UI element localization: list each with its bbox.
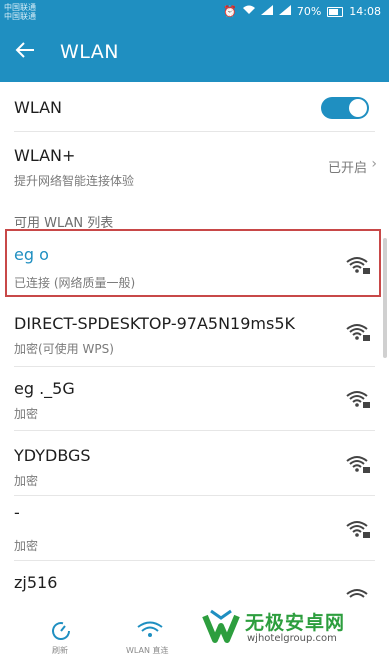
wifi-lock-icon bbox=[346, 324, 370, 341]
wifi-lock-icon bbox=[346, 456, 370, 473]
refresh-label: 刷新 bbox=[52, 646, 68, 655]
wlan-plus-value: 已开启 bbox=[327, 161, 367, 176]
wlan-plus-subtitle: 提升网络智能连接体验 bbox=[14, 174, 135, 188]
carrier-2: 中国联通 bbox=[4, 12, 36, 21]
network-row[interactable]: eg ._5G 加密 bbox=[0, 367, 389, 431]
wlan-toggle-row[interactable]: WLAN bbox=[0, 82, 389, 132]
wifi-lock-icon bbox=[346, 391, 370, 408]
scrollbar[interactable] bbox=[383, 238, 387, 358]
network-row[interactable]: - 加密 bbox=[0, 497, 389, 561]
divider bbox=[14, 560, 375, 561]
wifi-direct-label: WLAN 直连 bbox=[126, 646, 169, 655]
wifi-direct-icon[interactable] bbox=[136, 620, 164, 640]
battery-icon bbox=[327, 6, 344, 17]
wlan-plus-title: WLAN+ bbox=[14, 146, 76, 165]
signal-icon bbox=[260, 5, 273, 18]
network-status: 加密(可使用 WPS) bbox=[14, 342, 114, 356]
status-icons: ⏰ 70% 14:08 bbox=[223, 5, 381, 18]
chevron-right-icon: › bbox=[371, 156, 377, 172]
network-name: eg o bbox=[14, 245, 49, 264]
network-name: - bbox=[14, 503, 20, 522]
signal-icon-2 bbox=[278, 5, 291, 18]
refresh-icon[interactable] bbox=[48, 618, 74, 644]
divider bbox=[14, 495, 375, 496]
divider bbox=[14, 430, 375, 431]
wifi-lock-icon bbox=[346, 521, 370, 538]
back-arrow-icon[interactable] bbox=[14, 38, 44, 68]
network-row[interactable]: DIRECT-SPDESKTOP-97A5N19ms5K 加密(可使用 WPS) bbox=[0, 300, 389, 367]
clock: 14:08 bbox=[349, 5, 381, 18]
wlan-label: WLAN bbox=[14, 98, 63, 117]
network-row[interactable]: eg o 已连接 (网络质量一般) bbox=[0, 231, 389, 297]
wifi-lock-icon bbox=[346, 257, 370, 274]
status-bar: 中国联通 中国联通 ⏰ 70% 14:08 bbox=[0, 0, 389, 28]
network-status: 加密 bbox=[14, 539, 39, 553]
watermark: 无极安卓网 wjhotelgroup.com bbox=[201, 606, 383, 646]
network-status: 加密 bbox=[14, 474, 39, 488]
brand-logo-icon bbox=[202, 609, 240, 643]
network-name: DIRECT-SPDESKTOP-97A5N19ms5K bbox=[14, 314, 295, 333]
watermark-url: wjhotelgroup.com bbox=[247, 633, 337, 644]
wlan-plus-row[interactable]: WLAN+ 提升网络智能连接体验 已开启 › bbox=[0, 132, 389, 196]
alarm-icon: ⏰ bbox=[223, 5, 237, 18]
wifi-status-icon bbox=[242, 5, 255, 18]
carrier-labels: 中国联通 中国联通 bbox=[4, 3, 36, 21]
network-name: zj516 bbox=[14, 573, 58, 592]
page-title: WLAN bbox=[60, 41, 120, 63]
battery-percent: 70% bbox=[296, 5, 322, 18]
switch-knob bbox=[349, 99, 367, 117]
wlan-switch[interactable] bbox=[321, 97, 369, 119]
network-row[interactable]: YDYDBGS 加密 bbox=[0, 432, 389, 496]
network-name: eg ._5G bbox=[14, 379, 75, 398]
watermark-brand: 无极安卓网 bbox=[245, 612, 346, 634]
network-status: 加密 bbox=[14, 407, 39, 421]
network-status: 已连接 (网络质量一般) bbox=[14, 276, 136, 290]
network-name: YDYDBGS bbox=[14, 446, 91, 465]
app-bar: WLAN bbox=[0, 28, 389, 82]
carrier-1: 中国联通 bbox=[4, 3, 36, 12]
